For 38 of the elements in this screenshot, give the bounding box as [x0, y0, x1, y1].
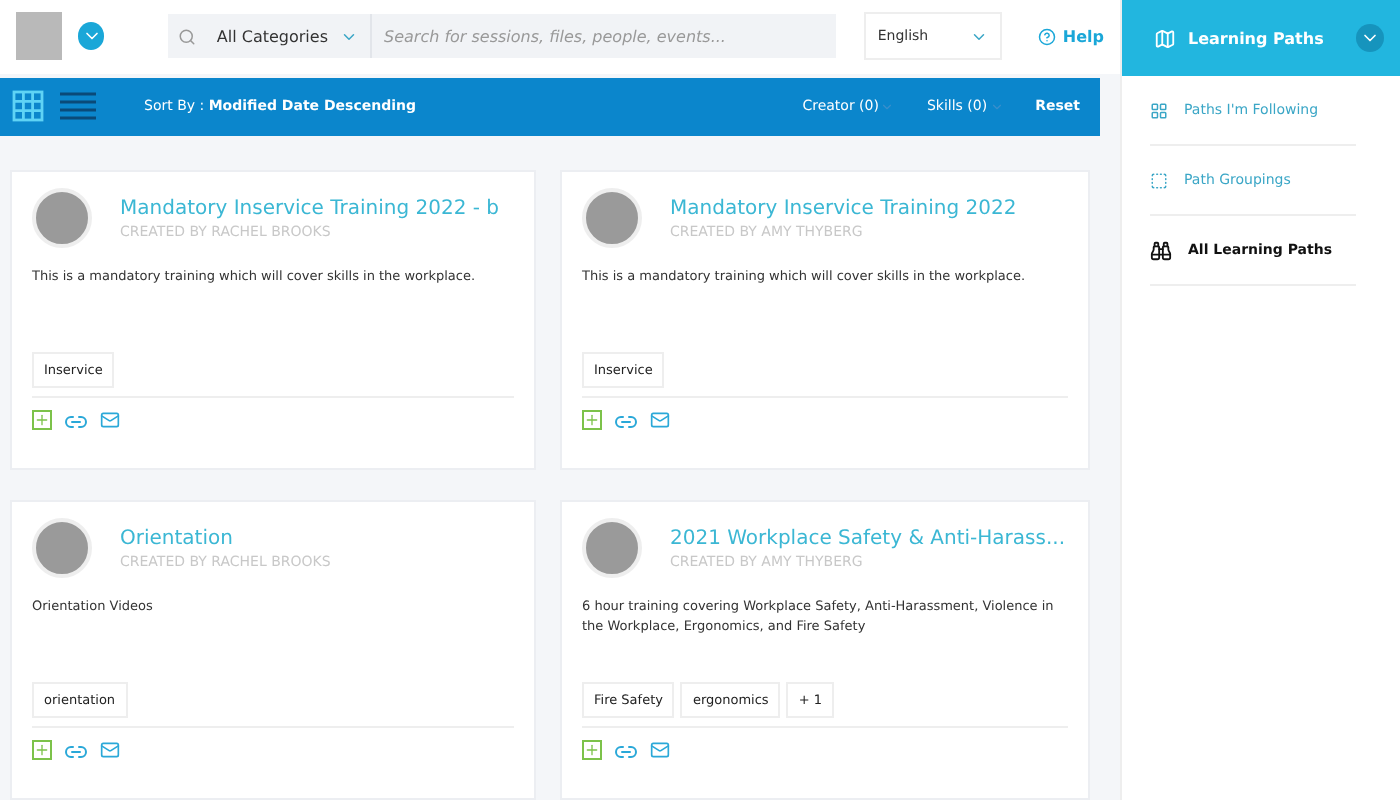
email-button[interactable]: [100, 410, 120, 434]
map-icon: [1154, 27, 1176, 49]
avatar-placeholder: [32, 188, 92, 248]
help-link[interactable]: Help: [1038, 27, 1104, 46]
help-icon: [1038, 27, 1057, 46]
search-field[interactable]: Search for sessions, files, people, events...: [372, 14, 836, 59]
collapse-button[interactable]: [1356, 24, 1384, 52]
add-button[interactable]: [32, 740, 52, 764]
add-button[interactable]: [582, 410, 602, 434]
email-button[interactable]: [650, 410, 670, 434]
avatar-placeholder: [582, 518, 642, 578]
email-button[interactable]: [650, 740, 670, 764]
grid-icon: [12, 90, 44, 123]
link-button[interactable]: [64, 410, 88, 434]
link-button[interactable]: [614, 740, 638, 764]
sidebar-title: Learning Paths: [1188, 29, 1326, 47]
avatar-placeholder[interactable]: [16, 12, 62, 61]
search-icon: [177, 27, 196, 46]
grid-icon: [1150, 101, 1168, 119]
caret-icon: [880, 99, 895, 114]
dropdown-button[interactable]: [78, 22, 105, 51]
avatar-placeholder: [582, 188, 642, 248]
view-toggle-button[interactable]: [60, 92, 96, 121]
link-button[interactable]: [64, 740, 88, 764]
email-button[interactable]: [100, 740, 120, 764]
binoculars-icon: [1150, 239, 1172, 261]
link-button[interactable]: [614, 410, 638, 434]
caret-icon: [989, 99, 1004, 114]
avatar-placeholder: [32, 518, 92, 578]
card-title[interactable]: Orientation: [120, 527, 331, 549]
card-title[interactable]: Mandatory Inservice Training 2022: [670, 197, 1017, 219]
list-icon: [60, 92, 96, 121]
card-title[interactable]: Mandatory Inservice Training 2022 - b: [120, 197, 500, 219]
card-title[interactable]: 2021 Workplace Safety & Anti-Harass...: [670, 527, 1066, 549]
add-button[interactable]: [32, 410, 52, 434]
square-icon: [1150, 171, 1168, 189]
category-dropdown[interactable]: All Categories: [204, 14, 372, 59]
add-button[interactable]: [582, 740, 602, 764]
